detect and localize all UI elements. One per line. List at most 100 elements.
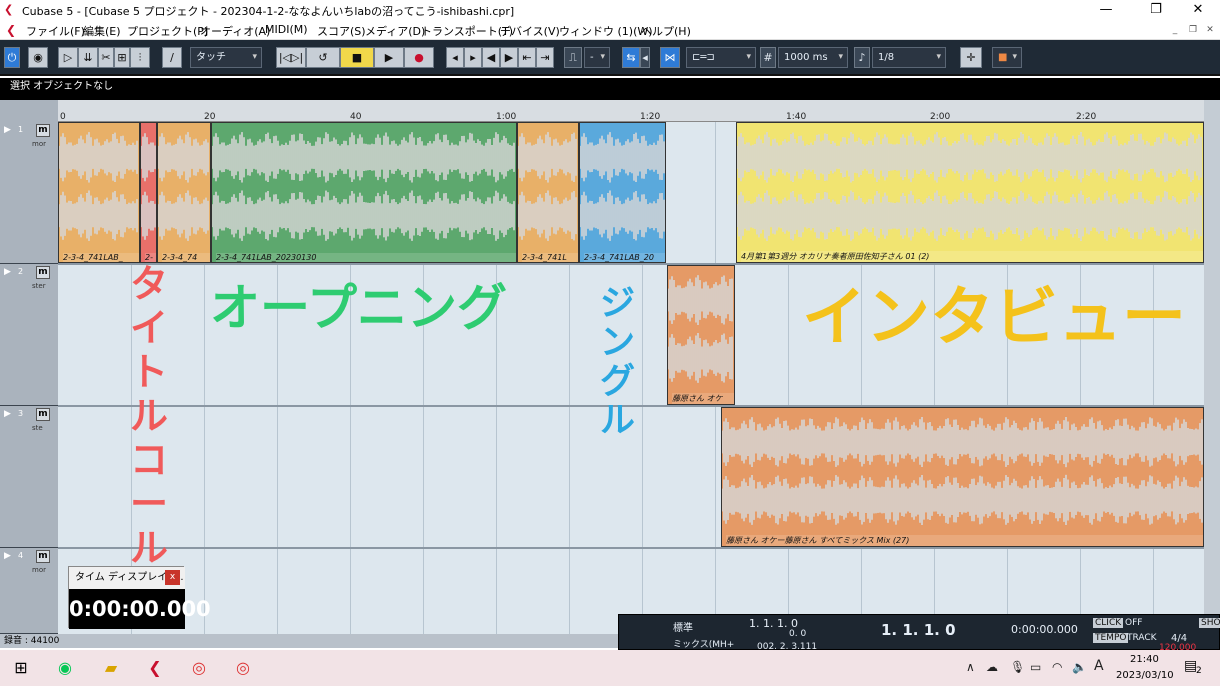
time-ruler[interactable]: 0 20 40 1:00 1:20 1:40 2:00 2:20 (58, 100, 1204, 122)
window-title: Cubase 5 - [Cubase 5 プロジェクト - 202304-1-2… (22, 5, 515, 18)
ruler-tick: 0 (60, 112, 66, 122)
cubase-menu-icon[interactable]: ❮ (6, 23, 16, 37)
mute-button[interactable]: m (36, 266, 50, 279)
waveform (580, 132, 665, 241)
trim-right-icon[interactable]: ⇥ (536, 47, 554, 68)
crosshair-icon[interactable]: ✛ (960, 47, 982, 68)
waveform (158, 132, 209, 241)
object-select-tool-icon[interactable]: ▷ (58, 47, 78, 68)
click-button[interactable]: CLICK (1093, 618, 1124, 628)
trim-left-icon[interactable]: ⇤ (518, 47, 536, 68)
scroll-mode-select[interactable]: - (584, 47, 610, 68)
mdi-close-button[interactable]: ✕ (1203, 23, 1217, 37)
menu-project[interactable]: プロジェクト(P) (127, 23, 208, 39)
audio-clip[interactable]: 2-3-4_741L (517, 122, 579, 263)
time-display-value: 0:00:00.000 (69, 589, 211, 629)
battery-icon[interactable]: ▭ (1030, 660, 1041, 674)
show-button[interactable]: SHOW (1199, 618, 1220, 628)
clock-date[interactable]: 2023/03/10 (1116, 670, 1174, 681)
audio-clip[interactable]: 藤原さん オケ (667, 265, 735, 405)
menu-help[interactable]: ヘルプ(H) (641, 23, 691, 39)
audio-clip[interactable]: 2-3-4_741LAB_ (58, 122, 140, 263)
menu-devices[interactable]: デバイス(V) (500, 23, 560, 39)
cycle-icon[interactable]: ↺ (306, 47, 340, 68)
cubase-logo-icon: ❮ (4, 3, 14, 16)
close-button[interactable]: ✕ (1178, 0, 1218, 20)
onedrive-icon[interactable]: ☁ (986, 660, 998, 674)
cubase-taskbar-icon[interactable]: ❮ (136, 652, 174, 684)
menu-window[interactable]: ウィンドウ (1)(W) (559, 23, 653, 39)
menu-file[interactable]: ファイル(F) (26, 23, 85, 39)
expand-icon[interactable]: ▶ (4, 125, 11, 135)
automation-mode-select[interactable]: タッチ (190, 47, 262, 68)
track-header-2[interactable]: ▶ 2 m ster (0, 264, 58, 406)
stop-button[interactable]: ■ (340, 47, 374, 68)
ime-indicator[interactable]: A (1094, 658, 1104, 674)
clock-time[interactable]: 21:40 (1130, 654, 1159, 665)
minimize-button[interactable]: — (1086, 0, 1126, 20)
mdi-restore-button[interactable]: ❐ (1186, 23, 1200, 37)
start-windows-icon[interactable]: ⊞ (2, 652, 40, 684)
grid-size-select[interactable]: 1000 ms (778, 47, 848, 68)
wifi-icon[interactable]: ◠ (1052, 660, 1062, 674)
file-explorer-icon[interactable]: ▰ (92, 652, 130, 684)
constrain-delay-icon[interactable]: ◉ (28, 47, 48, 68)
menu-media[interactable]: メディア(D) (365, 23, 425, 39)
audio-clip[interactable]: 2- (140, 122, 157, 263)
chrome-icon[interactable]: ◎ (180, 652, 218, 684)
move-right-icon[interactable]: ▶ (500, 47, 518, 68)
mute-button[interactable]: m (36, 124, 50, 137)
primary-position[interactable]: 1. 1. 1. 0 (881, 621, 956, 639)
mute-button[interactable]: m (36, 550, 50, 563)
audio-clip[interactable]: 4月第1第3週分 オカリナ奏者原田佐知子さん 01 (2) (736, 122, 1204, 263)
record-button[interactable]: ● (404, 47, 434, 68)
expand-icon[interactable]: ▶ (4, 551, 11, 561)
tempo-button[interactable]: TEMPO (1093, 633, 1129, 643)
vertical-scrollbar[interactable] (1204, 100, 1220, 634)
microphone-icon[interactable]: 🎙 (1010, 660, 1025, 674)
chrome-profile-icon[interactable]: ◎ (224, 652, 262, 684)
split-tool-icon[interactable]: ✂ (98, 47, 114, 68)
snap-to-zero-icon[interactable]: ⋈ (660, 47, 680, 68)
menu-midi[interactable]: MIDI(M) (265, 23, 308, 36)
menu-score[interactable]: スコア(S) (317, 23, 366, 39)
volume-icon[interactable]: 🔈 (1072, 660, 1087, 674)
audio-clip[interactable]: 2-3-4_741LAB_20230130 (211, 122, 517, 263)
restore-button[interactable]: ❐ (1136, 0, 1176, 20)
track-header-4[interactable]: ▶ 4 m mor (0, 548, 58, 634)
auto-scroll-icon[interactable]: ⎍ (564, 47, 582, 68)
nudge-right-icon[interactable]: ▸ (464, 47, 482, 68)
audio-clip[interactable]: 2-3-4_74 (157, 122, 211, 263)
goto-start-end-icon[interactable]: |◁▷| (276, 47, 306, 68)
mute-tool-icon[interactable]: ⫶ (130, 47, 150, 68)
mdi-minimize-button[interactable]: _ (1168, 23, 1182, 37)
menu-audio[interactable]: オーディオ(A) (200, 23, 270, 39)
tray-chevron-icon[interactable]: ∧ (966, 660, 975, 674)
expand-icon[interactable]: ▶ (4, 267, 11, 277)
track-number: 1 (18, 125, 24, 134)
move-left-icon[interactable]: ◀ (482, 47, 500, 68)
color-select[interactable]: ■ (992, 47, 1022, 68)
play-button[interactable]: ▶ (374, 47, 404, 68)
snap-icon[interactable]: ⇆ (622, 47, 640, 68)
line-app-icon[interactable]: ◉ (46, 652, 84, 684)
expand-icon[interactable]: ▶ (4, 409, 11, 419)
snap-mode-arrow-icon[interactable]: ◂ (640, 47, 650, 68)
activate-project-icon[interactable]: ⏻ (4, 47, 20, 68)
range-select-icon[interactable]: ⇊ (78, 47, 98, 68)
title-call-annotation: タイトルコール (130, 262, 169, 570)
glue-tool-icon[interactable]: ⊞ (114, 47, 130, 68)
time-display-close-button[interactable]: x (165, 570, 180, 585)
audio-clip[interactable]: 2-3-4_741LAB_20 (579, 122, 666, 263)
nudge-left-icon[interactable]: ◂ (446, 47, 464, 68)
audio-clip[interactable]: 藤原さん オケー藤原さん すべてミックス Mix (27) (721, 407, 1204, 547)
secondary-time[interactable]: 0:00:00.000 (1011, 623, 1078, 636)
waveform (59, 132, 138, 241)
draw-line-icon[interactable]: ∕ (162, 47, 182, 68)
mute-button[interactable]: m (36, 408, 50, 421)
snap-type-select[interactable]: ⊏═⊐ (686, 47, 756, 68)
menu-edit[interactable]: 編集(E) (83, 23, 121, 39)
quantize-select[interactable]: 1/8 (872, 47, 946, 68)
track-header-1[interactable]: ▶ 1 m mor (0, 122, 58, 264)
track-header-3[interactable]: ▶ 3 m ste (0, 406, 58, 548)
